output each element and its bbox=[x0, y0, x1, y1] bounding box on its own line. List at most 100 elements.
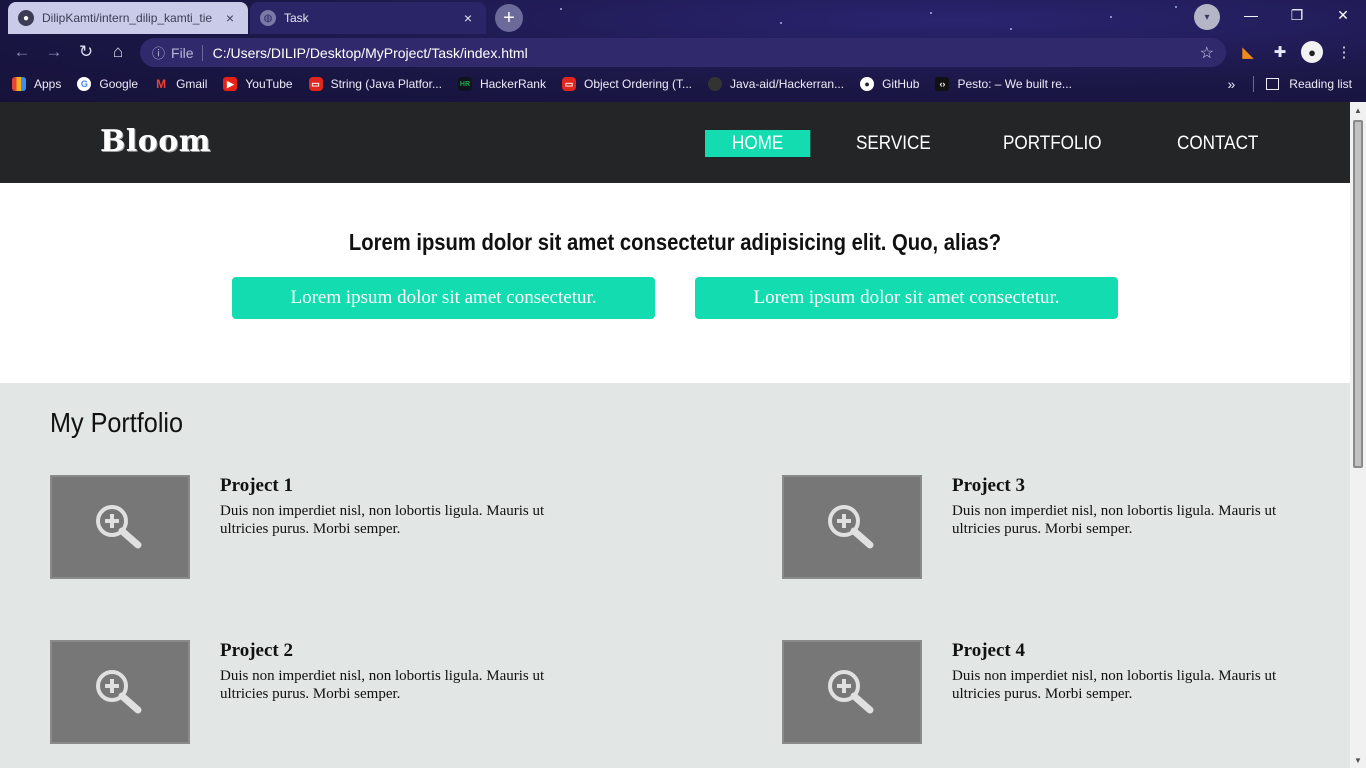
zoom-in-icon bbox=[96, 670, 142, 714]
project-thumbnail[interactable] bbox=[50, 475, 190, 579]
browser-chrome: ● DilipKamti/intern_dilip_kamti_tie × ◍ … bbox=[0, 0, 1366, 102]
site-info-icon[interactable]: ⓘ bbox=[152, 43, 165, 62]
close-window-button[interactable]: ✕ bbox=[1320, 0, 1366, 30]
hero-button-1[interactable]: Lorem ipsum dolor sit amet consectetur. bbox=[232, 277, 655, 319]
browser-toolbar: ← → ↻ ⌂ ⓘ File C:/Users/DILIP/Desktop/My… bbox=[0, 34, 1366, 70]
project-card: Project 2 Duis non imperdiet nisl, non l… bbox=[50, 640, 590, 745]
scrollbar-thumb[interactable] bbox=[1353, 120, 1363, 468]
more-menu-icon[interactable]: ⋮ bbox=[1330, 38, 1358, 66]
zoom-in-icon bbox=[828, 670, 874, 714]
tab-title: Task bbox=[284, 11, 309, 25]
project-description: Duis non imperdiet nisl, non lobortis li… bbox=[952, 668, 1277, 702]
bookmark-google[interactable]: G Google bbox=[77, 77, 138, 91]
project-card: Project 4 Duis non imperdiet nisl, non l… bbox=[782, 640, 1322, 745]
scroll-down-icon[interactable]: ▼ bbox=[1350, 752, 1366, 768]
scroll-up-icon[interactable]: ▲ bbox=[1350, 102, 1366, 118]
restore-button[interactable]: ❐ bbox=[1274, 0, 1320, 30]
project-title: Project 4 bbox=[952, 640, 1025, 661]
home-button[interactable]: ⌂ bbox=[102, 36, 134, 68]
nav-portfolio[interactable]: PORTFOLIO bbox=[1003, 130, 1102, 157]
hackerrank-icon: HR bbox=[457, 77, 472, 91]
bookmark-label: YouTube bbox=[245, 77, 293, 91]
github-icon bbox=[708, 77, 723, 91]
project-description: Duis non imperdiet nisl, non lobortis li… bbox=[220, 668, 545, 702]
hero-section: Lorem ipsum dolor sit amet consectetur a… bbox=[0, 183, 1350, 383]
bookmark-label: Pesto: – We built re... bbox=[957, 77, 1072, 91]
hero-button-2[interactable]: Lorem ipsum dolor sit amet consectetur. bbox=[695, 277, 1118, 319]
pesto-icon: ‹› bbox=[935, 77, 950, 91]
bookmark-apps[interactable]: Apps bbox=[12, 77, 61, 91]
portfolio-heading: My Portfolio bbox=[50, 407, 184, 438]
bookmark-java-aid[interactable]: Java-aid/Hackerran... bbox=[708, 77, 844, 91]
forward-button[interactable]: → bbox=[38, 36, 70, 68]
project-thumbnail[interactable] bbox=[50, 640, 190, 744]
tab-task[interactable]: ◍ Task × bbox=[250, 2, 486, 34]
bookmarks-right: » Reading list bbox=[1228, 70, 1352, 98]
globe-icon: ◍ bbox=[260, 10, 276, 26]
bookmark-string-java[interactable]: ▭ String (Java Platfor... bbox=[308, 77, 442, 91]
close-tab-icon[interactable]: × bbox=[460, 10, 476, 26]
github-icon: ● bbox=[18, 10, 34, 26]
project-card: Project 3 Duis non imperdiet nisl, non l… bbox=[782, 475, 1322, 580]
reload-button[interactable]: ↻ bbox=[70, 36, 102, 68]
portfolio-section: My Portfolio Project 1 Duis non imperdie… bbox=[0, 383, 1350, 768]
tab-title: DilipKamti/intern_dilip_kamti_tie bbox=[42, 11, 213, 25]
bookmark-object-ordering[interactable]: ▭ Object Ordering (T... bbox=[561, 77, 693, 91]
more-bookmarks-button[interactable]: » bbox=[1228, 76, 1236, 92]
project-description: Duis non imperdiet nisl, non lobortis li… bbox=[952, 503, 1277, 537]
profile-avatar[interactable]: ● bbox=[1301, 41, 1323, 63]
main-nav: HOME SERVICE PORTFOLIO CONTACT bbox=[705, 130, 1267, 157]
zoom-in-icon bbox=[96, 505, 142, 549]
youtube-icon: ▶ bbox=[223, 77, 238, 91]
divider bbox=[1253, 76, 1255, 92]
bookmark-label: Java-aid/Hackerran... bbox=[730, 77, 845, 91]
project-thumbnail[interactable] bbox=[782, 475, 922, 579]
site-header: Bloom HOME SERVICE PORTFOLIO CONTACT bbox=[0, 102, 1350, 183]
project-card: Project 1 Duis non imperdiet nisl, non l… bbox=[50, 475, 590, 580]
bookmark-youtube[interactable]: ▶ YouTube bbox=[223, 77, 293, 91]
bookmark-label: Gmail bbox=[176, 77, 208, 91]
nav-home[interactable]: HOME bbox=[705, 130, 811, 157]
project-title: Project 1 bbox=[220, 475, 293, 496]
back-button[interactable]: ← bbox=[6, 36, 38, 68]
site-logo[interactable]: Bloom bbox=[100, 124, 211, 159]
tab-github[interactable]: ● DilipKamti/intern_dilip_kamti_tie × bbox=[8, 2, 248, 34]
minimize-button[interactable]: — bbox=[1228, 0, 1274, 30]
tab-strip: ● DilipKamti/intern_dilip_kamti_tie × ◍ … bbox=[0, 0, 1366, 34]
gmail-icon: M bbox=[156, 77, 167, 91]
github-icon: ● bbox=[860, 77, 875, 91]
google-icon: G bbox=[77, 77, 92, 91]
reading-list-button[interactable]: Reading list bbox=[1289, 77, 1352, 91]
bookmark-label: String (Java Platfor... bbox=[330, 77, 442, 91]
window-controls: — ❐ ✕ bbox=[1228, 0, 1366, 30]
page-scrollbar[interactable]: ▲ ▼ bbox=[1350, 102, 1366, 768]
zoom-in-icon bbox=[828, 505, 874, 549]
bookmark-hackerrank[interactable]: HR HackerRank bbox=[457, 77, 546, 91]
page-viewport: Bloom HOME SERVICE PORTFOLIO CONTACT Lor… bbox=[0, 102, 1366, 768]
oracle-icon: ▭ bbox=[308, 77, 323, 91]
bookmarks-bar: Apps G Google M Gmail ▶ YouTube ▭ String… bbox=[0, 70, 1366, 98]
new-tab-button[interactable]: + bbox=[495, 4, 523, 32]
nav-service[interactable]: SERVICE bbox=[856, 130, 931, 157]
bookmark-label: HackerRank bbox=[479, 77, 546, 91]
hero-headline: Lorem ipsum dolor sit amet consectetur a… bbox=[348, 229, 1002, 255]
bookmark-star-icon[interactable]: ☆ bbox=[1200, 43, 1214, 63]
bookmark-label: Object Ordering (T... bbox=[583, 77, 693, 91]
bookmark-gmail[interactable]: M Gmail bbox=[154, 77, 207, 91]
project-title: Project 2 bbox=[220, 640, 293, 661]
project-title: Project 3 bbox=[952, 475, 1025, 496]
puzzle-extensions-icon[interactable]: ✚ bbox=[1266, 38, 1294, 66]
close-tab-icon[interactable]: × bbox=[222, 10, 238, 26]
bookmark-label: GitHub bbox=[882, 77, 920, 91]
bookmark-pesto[interactable]: ‹› Pesto: – We built re... bbox=[935, 77, 1072, 91]
scheme-label: File bbox=[171, 44, 203, 61]
apps-grid-icon bbox=[12, 77, 26, 91]
url-text[interactable]: C:/Users/DILIP/Desktop/MyProject/Task/in… bbox=[213, 45, 1200, 61]
oracle-icon: ▭ bbox=[561, 77, 576, 91]
nav-contact[interactable]: CONTACT bbox=[1177, 130, 1258, 157]
bookmark-github[interactable]: ● GitHub bbox=[860, 77, 919, 91]
address-bar[interactable]: ⓘ File C:/Users/DILIP/Desktop/MyProject/… bbox=[140, 38, 1226, 67]
tab-search-icon[interactable]: ▾ bbox=[1194, 4, 1220, 30]
extension-icon[interactable]: ◣ bbox=[1234, 38, 1262, 66]
project-thumbnail[interactable] bbox=[782, 640, 922, 744]
